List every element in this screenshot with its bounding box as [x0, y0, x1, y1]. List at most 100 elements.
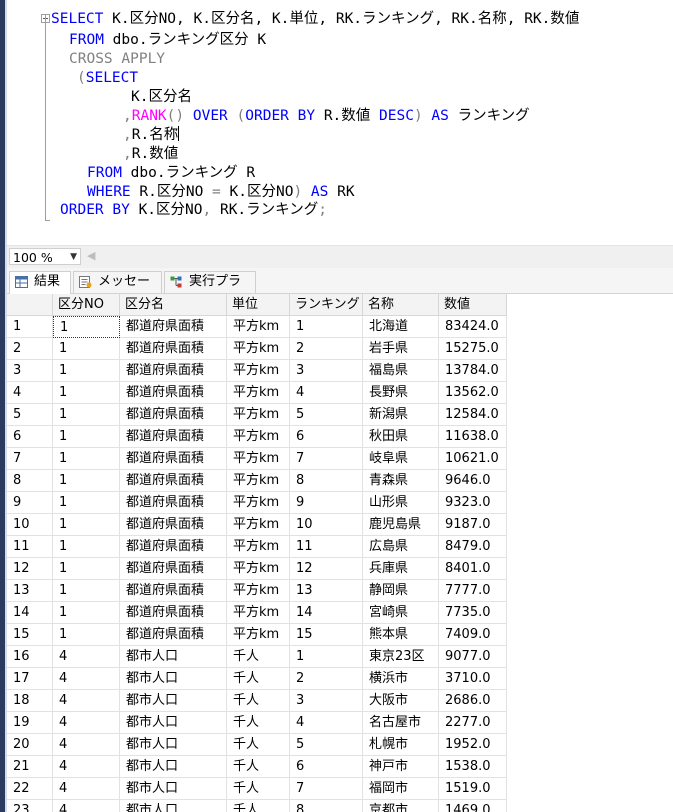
table-cell[interactable]: 1	[53, 448, 120, 470]
table-cell[interactable]: 14	[290, 602, 363, 624]
table-cell[interactable]: 都市人口	[120, 800, 227, 812]
table-cell[interactable]: 青森県	[363, 470, 439, 492]
table-cell[interactable]: 4	[53, 734, 120, 756]
table-row[interactable]: 19 4 都市人口 千人 4 名古屋市 2277.0	[7, 712, 673, 734]
table-cell[interactable]: 4	[290, 382, 363, 404]
table-cell[interactable]: 福島県	[363, 360, 439, 382]
table-cell[interactable]: 名古屋市	[363, 712, 439, 734]
row-number[interactable]: 6	[7, 426, 53, 448]
column-header[interactable]: 区分NO	[53, 294, 120, 316]
row-number[interactable]: 15	[7, 624, 53, 646]
sql-editor[interactable]: SELECT K.区分NO, K.区分名, K.単位, RK.ランキング, RK…	[7, 0, 673, 245]
table-cell[interactable]: 都市人口	[120, 646, 227, 668]
row-number[interactable]: 14	[7, 602, 53, 624]
table-cell[interactable]: 平方km	[227, 360, 290, 382]
results-grid[interactable]: 区分NO 区分名 単位 ランキング 名称 数値 1 1 都道府県面積 平方km 1 北海道 83424…	[7, 294, 673, 812]
table-cell[interactable]: 1	[53, 624, 120, 646]
row-number[interactable]: 8	[7, 470, 53, 492]
table-cell[interactable]: 1	[53, 580, 120, 602]
table-cell[interactable]: 15275.0	[439, 338, 507, 360]
table-cell[interactable]: 2277.0	[439, 712, 507, 734]
table-cell[interactable]: 8	[290, 470, 363, 492]
table-cell[interactable]: 平方km	[227, 404, 290, 426]
table-cell[interactable]: 千人	[227, 668, 290, 690]
table-cell[interactable]: 13784.0	[439, 360, 507, 382]
row-number[interactable]: 11	[7, 536, 53, 558]
table-cell[interactable]: 宮崎県	[363, 602, 439, 624]
column-header[interactable]: ランキング	[290, 294, 363, 316]
table-row[interactable]: 6 1 都道府県面積 平方km 6 秋田県 11638.0	[7, 426, 673, 448]
table-cell[interactable]: 83424.0	[439, 316, 507, 338]
table-row[interactable]: 2 1 都道府県面積 平方km 2 岩手県 15275.0	[7, 338, 673, 360]
table-cell[interactable]: 3	[290, 360, 363, 382]
table-cell[interactable]: 都道府県面積	[120, 580, 227, 602]
table-row[interactable]: 21 4 都市人口 千人 6 神戸市 1538.0	[7, 756, 673, 778]
table-cell[interactable]: 11638.0	[439, 426, 507, 448]
table-cell[interactable]: 秋田県	[363, 426, 439, 448]
table-cell[interactable]: 9077.0	[439, 646, 507, 668]
table-cell[interactable]: 都道府県面積	[120, 602, 227, 624]
table-cell[interactable]: 東京23区	[363, 646, 439, 668]
table-cell[interactable]: 都市人口	[120, 734, 227, 756]
table-row[interactable]: 22 4 都市人口 千人 7 福岡市 1519.0	[7, 778, 673, 800]
table-cell[interactable]: 10	[290, 514, 363, 536]
table-cell[interactable]: 2686.0	[439, 690, 507, 712]
table-cell[interactable]: 3710.0	[439, 668, 507, 690]
table-cell[interactable]: 長野県	[363, 382, 439, 404]
table-cell[interactable]: 千人	[227, 800, 290, 812]
table-cell[interactable]: 13	[290, 580, 363, 602]
table-cell[interactable]: 都道府県面積	[120, 404, 227, 426]
table-cell[interactable]: 1	[53, 536, 120, 558]
column-header[interactable]: 数値	[439, 294, 507, 316]
table-row[interactable]: 3 1 都道府県面積 平方km 3 福島県 13784.0	[7, 360, 673, 382]
table-cell[interactable]: 千人	[227, 778, 290, 800]
table-cell[interactable]: 都道府県面積	[120, 470, 227, 492]
table-cell[interactable]: 都市人口	[120, 668, 227, 690]
table-cell[interactable]: 千人	[227, 646, 290, 668]
table-cell[interactable]: 大阪市	[363, 690, 439, 712]
table-cell[interactable]: 5	[290, 734, 363, 756]
table-cell[interactable]: 平方km	[227, 624, 290, 646]
table-row[interactable]: 7 1 都道府県面積 平方km 7 岐阜県 10621.0	[7, 448, 673, 470]
table-cell[interactable]: 新潟県	[363, 404, 439, 426]
table-row[interactable]: 15 1 都道府県面積 平方km 15 熊本県 7409.0	[7, 624, 673, 646]
table-cell[interactable]: 8479.0	[439, 536, 507, 558]
table-cell[interactable]: 1	[53, 426, 120, 448]
table-cell[interactable]: 5	[290, 404, 363, 426]
table-cell[interactable]: 都道府県面積	[120, 492, 227, 514]
table-row[interactable]: 9 1 都道府県面積 平方km 9 山形県 9323.0	[7, 492, 673, 514]
table-cell[interactable]: 1519.0	[439, 778, 507, 800]
table-cell[interactable]: 千人	[227, 690, 290, 712]
table-row[interactable]: 18 4 都市人口 千人 3 大阪市 2686.0	[7, 690, 673, 712]
table-cell[interactable]: 岐阜県	[363, 448, 439, 470]
table-cell[interactable]: 9187.0	[439, 514, 507, 536]
table-cell[interactable]: 9646.0	[439, 470, 507, 492]
table-cell[interactable]: 1	[290, 316, 363, 338]
column-header[interactable]: 単位	[227, 294, 290, 316]
table-row[interactable]: 1 1 都道府県面積 平方km 1 北海道 83424.0	[7, 316, 673, 338]
row-number[interactable]: 17	[7, 668, 53, 690]
table-cell[interactable]: 9	[290, 492, 363, 514]
table-cell[interactable]: 4	[53, 712, 120, 734]
zoom-dropdown[interactable]: 100 % ▼	[9, 248, 81, 265]
table-cell[interactable]: 都道府県面積	[120, 360, 227, 382]
table-cell[interactable]: 10621.0	[439, 448, 507, 470]
table-cell[interactable]: 都市人口	[120, 778, 227, 800]
table-row[interactable]: 14 1 都道府県面積 平方km 14 宮崎県 7735.0	[7, 602, 673, 624]
table-cell[interactable]: 都道府県面積	[120, 448, 227, 470]
table-cell[interactable]: 1	[290, 646, 363, 668]
table-cell[interactable]: 1	[53, 338, 120, 360]
table-cell[interactable]: 千人	[227, 734, 290, 756]
table-cell[interactable]: 平方km	[227, 514, 290, 536]
table-cell[interactable]: 平方km	[227, 492, 290, 514]
table-cell[interactable]: 都道府県面積	[120, 338, 227, 360]
table-cell[interactable]: 山形県	[363, 492, 439, 514]
table-cell[interactable]: 4	[53, 690, 120, 712]
table-cell[interactable]: 平方km	[227, 448, 290, 470]
table-cell[interactable]: 都道府県面積	[120, 514, 227, 536]
table-cell[interactable]: 1	[53, 382, 120, 404]
table-cell[interactable]: 都道府県面積	[120, 426, 227, 448]
table-row[interactable]: 16 4 都市人口 千人 1 東京23区 9077.0	[7, 646, 673, 668]
table-cell[interactable]: 都市人口	[120, 690, 227, 712]
table-row[interactable]: 13 1 都道府県面積 平方km 13 静岡県 7777.0	[7, 580, 673, 602]
